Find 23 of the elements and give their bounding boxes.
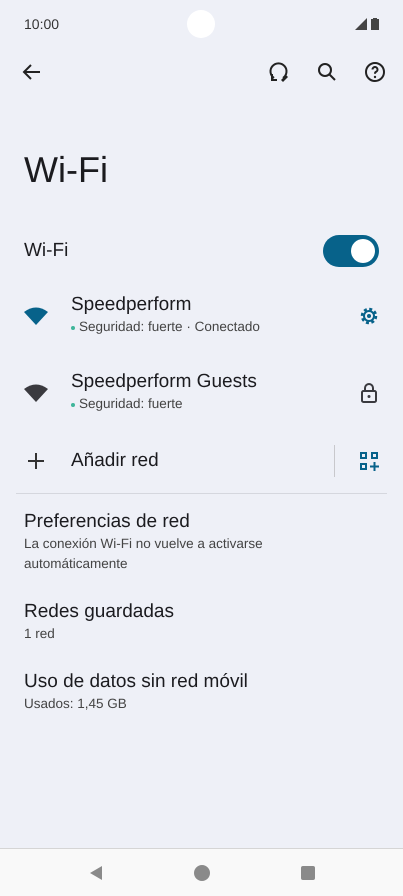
battery-icon: [371, 18, 379, 30]
add-network-label[interactable]: Añadir red: [71, 446, 159, 476]
help-icon[interactable]: [363, 60, 387, 84]
network-name[interactable]: Speedperform: [71, 293, 260, 318]
home-nav-icon[interactable]: [194, 864, 210, 880]
qr-code-icon[interactable]: [357, 449, 381, 473]
setting-subtitle: 1 red: [24, 625, 56, 643]
setting-title[interactable]: Preferencias de red: [24, 510, 379, 534]
recents-nav-icon[interactable]: [300, 864, 316, 880]
status-time: 10:00: [24, 14, 60, 34]
network-security: Seguridad: fuerte: [79, 395, 183, 414]
wifi-switch[interactable]: [323, 235, 379, 267]
setting-title[interactable]: Uso de datos sin red móvil: [24, 670, 379, 694]
back-nav-icon[interactable]: [88, 864, 104, 880]
network-name[interactable]: Speedperform Guests: [71, 370, 257, 394]
setting-subtitle: La conexión Wi-Fi no vuelve a activarse automáticamente: [24, 535, 264, 573]
page-title: Wi-Fi: [23, 148, 109, 192]
refresh-icon[interactable]: [267, 60, 291, 84]
setting-title[interactable]: Redes guardadas: [24, 600, 379, 624]
signal-icon: [355, 18, 367, 30]
wifi-label: Wi-Fi: [24, 238, 68, 263]
setting-subtitle: Usados: 1,45 GB: [24, 695, 128, 713]
network-security: Seguridad: fuerte · Conectado: [79, 318, 260, 336]
